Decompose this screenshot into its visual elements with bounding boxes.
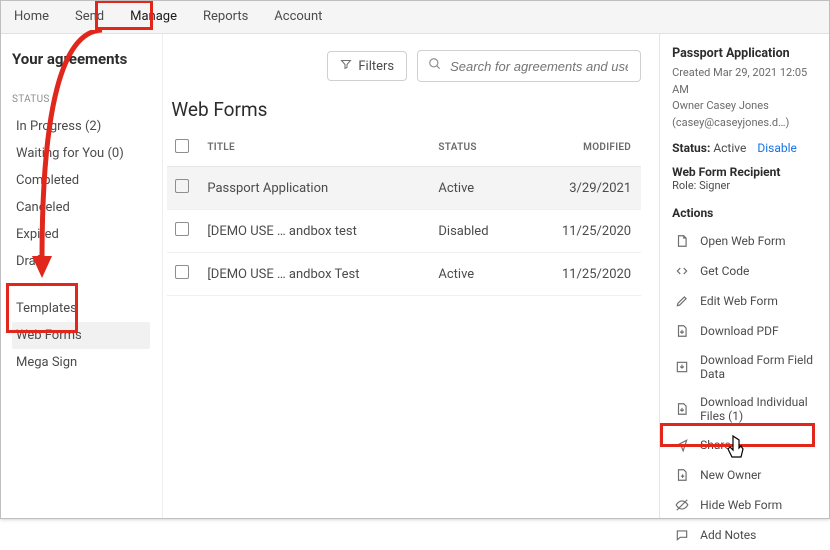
detail-title: Passport Application bbox=[672, 46, 820, 61]
col-modified[interactable]: MODIFIED bbox=[521, 129, 641, 167]
detail-owner: Owner Casey Jones (casey@caseyjones.d…) bbox=[672, 98, 820, 131]
cell-modified: 11/25/2020 bbox=[521, 253, 641, 296]
status-section-label: STATUS bbox=[12, 94, 150, 105]
action-label: Download Form Field Data bbox=[700, 353, 818, 381]
action-label: Edit Web Form bbox=[700, 294, 778, 308]
sidebar-item-canceled[interactable]: Canceled bbox=[12, 194, 150, 221]
row-checkbox[interactable] bbox=[175, 265, 189, 279]
table-row[interactable]: [DEMO USE … andbox test Disabled 11/25/2… bbox=[167, 210, 641, 253]
pencil-icon bbox=[674, 293, 690, 309]
search-icon bbox=[428, 57, 442, 75]
row-checkbox[interactable] bbox=[175, 222, 189, 236]
download-data-icon bbox=[674, 359, 690, 375]
action-label: Download PDF bbox=[700, 324, 778, 338]
status-value: Active bbox=[713, 141, 746, 155]
search-input[interactable] bbox=[448, 58, 630, 75]
share-icon bbox=[674, 437, 690, 453]
cell-status: Active bbox=[430, 253, 521, 296]
action-download-pdf[interactable]: Download PDF bbox=[672, 316, 820, 346]
cell-modified: 3/29/2021 bbox=[521, 167, 641, 210]
recipient-role: Role: Signer bbox=[672, 179, 820, 192]
new-owner-icon bbox=[674, 467, 690, 483]
status-label: Status: bbox=[672, 141, 710, 155]
search-box[interactable] bbox=[417, 50, 641, 82]
top-nav: Home Send Manage Reports Account bbox=[0, 0, 830, 34]
action-hide-web-form[interactable]: Hide Web Form bbox=[672, 490, 820, 520]
action-share[interactable]: Share bbox=[672, 430, 820, 460]
filter-icon bbox=[340, 58, 352, 74]
action-get-code[interactable]: Get Code bbox=[672, 256, 820, 286]
filters-label: Filters bbox=[358, 59, 394, 74]
action-label: Download Individual Files (1) bbox=[700, 395, 818, 423]
action-label: Get Code bbox=[700, 264, 749, 278]
action-label: Hide Web Form bbox=[700, 498, 782, 512]
details-panel: Passport Application Created Mar 29, 202… bbox=[659, 34, 830, 519]
toolbar: Filters bbox=[327, 50, 641, 82]
table-row[interactable]: [DEMO USE … andbox Test Active 11/25/202… bbox=[167, 253, 641, 296]
tab-account[interactable]: Account bbox=[270, 3, 326, 30]
action-download-form-field-data[interactable]: Download Form Field Data bbox=[672, 346, 820, 388]
action-label: Share bbox=[700, 438, 731, 452]
row-checkbox[interactable] bbox=[175, 179, 189, 193]
web-forms-table: TITLE STATUS MODIFIED Passport Applicati… bbox=[167, 129, 641, 296]
code-icon bbox=[674, 263, 690, 279]
disable-link[interactable]: Disable bbox=[757, 141, 797, 155]
main-content: Filters Web Forms TITLE STATUS MODIFIED bbox=[163, 34, 659, 519]
cell-modified: 11/25/2020 bbox=[521, 210, 641, 253]
filters-button[interactable]: Filters bbox=[327, 51, 407, 81]
action-open-web-form[interactable]: Open Web Form bbox=[672, 226, 820, 256]
sidebar-item-waiting-for-you[interactable]: Waiting for You (0) bbox=[12, 140, 150, 167]
recipient-heading: Web Form Recipient bbox=[672, 165, 820, 179]
tab-reports[interactable]: Reports bbox=[199, 3, 252, 30]
sidebar: Your agreements STATUS In Progress (2) W… bbox=[0, 34, 163, 519]
cell-status: Active bbox=[430, 167, 521, 210]
action-new-owner[interactable]: New Owner bbox=[672, 460, 820, 490]
sidebar-item-mega-sign[interactable]: Mega Sign bbox=[12, 349, 150, 376]
action-edit-web-form[interactable]: Edit Web Form bbox=[672, 286, 820, 316]
notes-icon bbox=[674, 527, 690, 543]
cell-title: [DEMO USE … andbox test bbox=[199, 210, 430, 253]
page-title: Your agreements bbox=[12, 50, 150, 68]
hide-icon bbox=[674, 497, 690, 513]
cell-status: Disabled bbox=[430, 210, 521, 253]
action-label: Open Web Form bbox=[700, 234, 785, 248]
tab-send[interactable]: Send bbox=[71, 3, 108, 30]
action-label: Add Notes bbox=[700, 528, 756, 542]
sidebar-item-draft[interactable]: Draft bbox=[12, 248, 150, 275]
sidebar-item-templates[interactable]: Templates bbox=[12, 295, 150, 322]
detail-created: Created Mar 29, 2021 12:05 AM bbox=[672, 65, 820, 98]
cell-title: Passport Application bbox=[199, 167, 430, 210]
action-download-individual-files[interactable]: Download Individual Files (1) bbox=[672, 388, 820, 430]
document-icon bbox=[674, 233, 690, 249]
content-title: Web Forms bbox=[171, 98, 641, 121]
action-add-notes[interactable]: Add Notes bbox=[672, 520, 820, 550]
sidebar-item-in-progress[interactable]: In Progress (2) bbox=[12, 113, 150, 140]
select-all-checkbox[interactable] bbox=[175, 139, 189, 153]
tab-home[interactable]: Home bbox=[10, 3, 53, 30]
col-status[interactable]: STATUS bbox=[430, 129, 521, 167]
table-row[interactable]: Passport Application Active 3/29/2021 bbox=[167, 167, 641, 210]
actions-heading: Actions bbox=[672, 206, 820, 220]
download-pdf-icon bbox=[674, 323, 690, 339]
sidebar-item-expired[interactable]: Expired bbox=[12, 221, 150, 248]
sidebar-item-completed[interactable]: Completed bbox=[12, 167, 150, 194]
col-title[interactable]: TITLE bbox=[199, 129, 430, 167]
sidebar-item-web-forms[interactable]: Web Forms bbox=[12, 322, 150, 349]
cell-title: [DEMO USE … andbox Test bbox=[199, 253, 430, 296]
action-label: New Owner bbox=[700, 468, 761, 482]
tab-manage[interactable]: Manage bbox=[126, 3, 181, 30]
download-files-icon bbox=[674, 401, 690, 417]
